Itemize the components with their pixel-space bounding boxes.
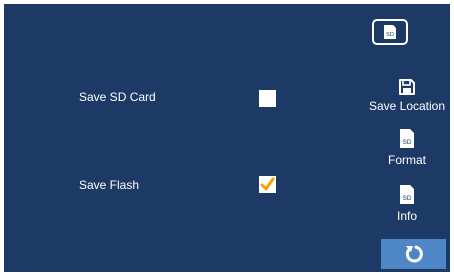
- save-location-label: Save Location: [368, 99, 446, 113]
- floppy-disk-icon: [399, 79, 415, 95]
- save-flash-checkbox[interactable]: [259, 176, 276, 193]
- sd-card-format-icon: SD ×: [400, 126, 416, 148]
- undo-arrow-icon: [405, 245, 423, 263]
- info-button[interactable]: SD Info: [364, 182, 450, 223]
- sd-card-info-icon: SD: [400, 185, 414, 204]
- save-location-button[interactable]: Save Location: [364, 78, 450, 113]
- format-button[interactable]: SD × Format: [364, 126, 450, 167]
- svg-text:SD: SD: [402, 195, 411, 202]
- save-sd-card-label: Save SD Card: [79, 90, 156, 104]
- info-label: Info: [396, 209, 417, 223]
- save-sd-card-checkbox[interactable]: [259, 90, 276, 107]
- back-button[interactable]: [381, 239, 446, 269]
- svg-text:SD: SD: [386, 32, 394, 38]
- settings-screen: Save SD Card Save Flash SD Save Location…: [4, 4, 450, 272]
- sd-card-icon[interactable]: SD: [372, 19, 408, 45]
- checkmark-icon: [260, 177, 275, 191]
- svg-text:SD: SD: [402, 139, 411, 146]
- save-flash-label: Save Flash: [79, 178, 140, 192]
- format-label: Format: [387, 153, 426, 167]
- svg-text:×: ×: [411, 126, 416, 133]
